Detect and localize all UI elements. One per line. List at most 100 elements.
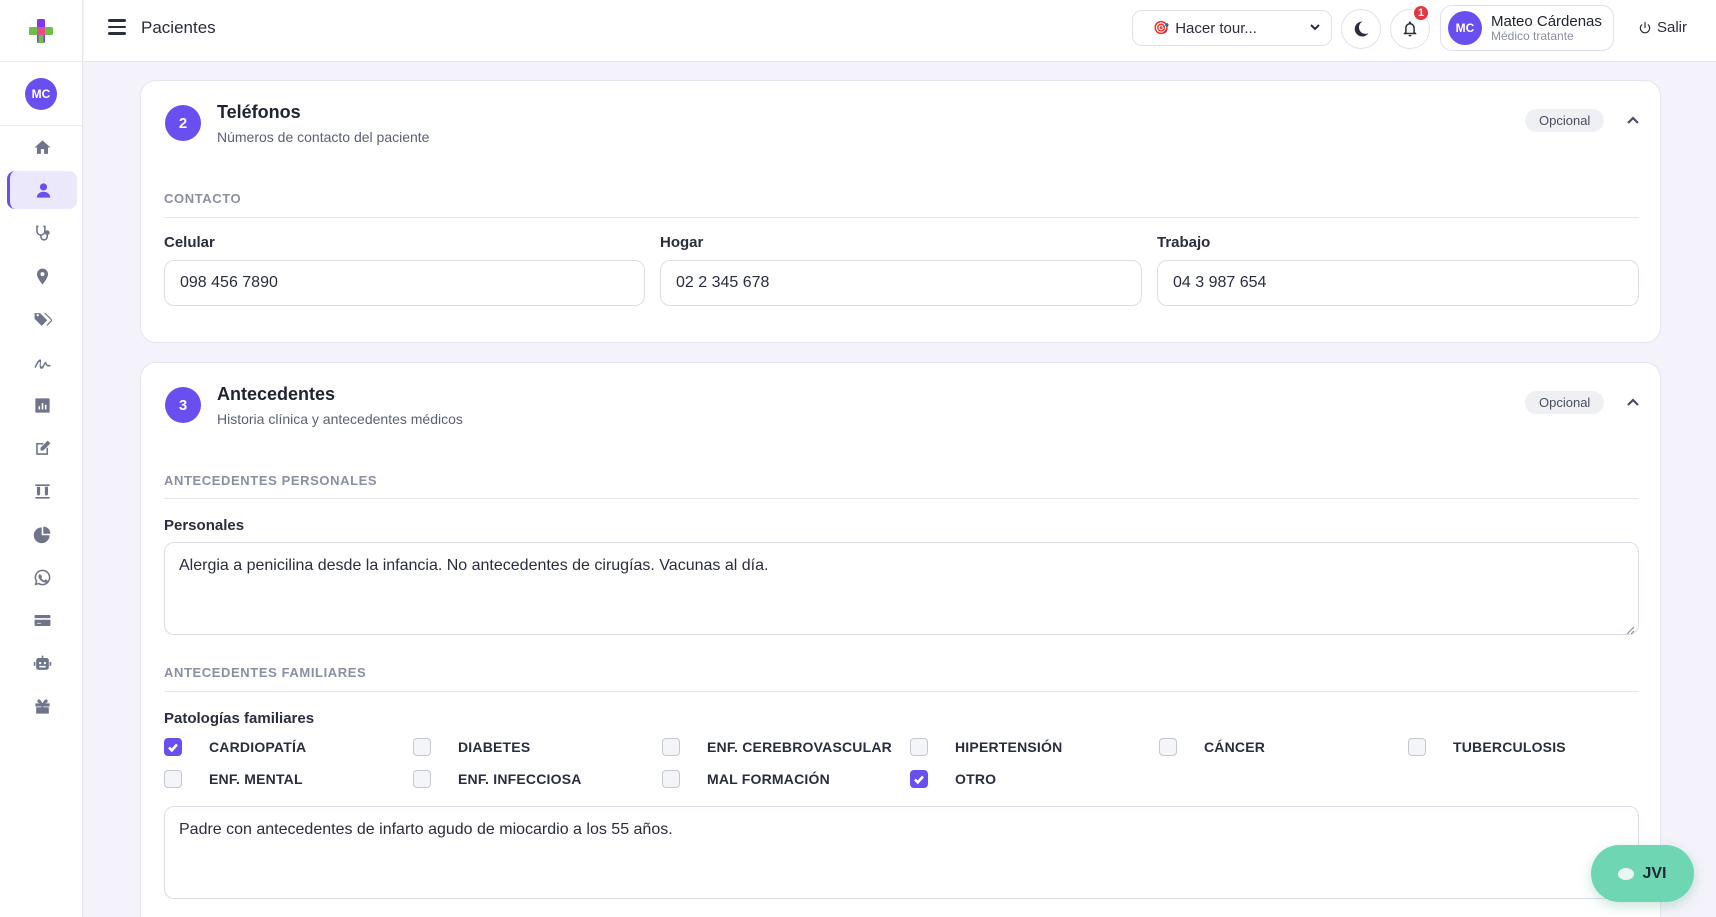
chat-bubble-icon [1618,867,1635,880]
trabajo-input[interactable]: 04 3 987 654 [1157,260,1639,306]
sidebar-item-reports[interactable] [7,386,77,424]
robot-icon [33,655,51,670]
card-subtitle: Historia clínica y antecedentes médicos [217,411,463,427]
step-number: 3 [165,387,201,423]
checkbox-label: ENF. INFECCIOSA [458,771,582,787]
card-title: Antecedentes [217,384,336,404]
assistant-label: JVI [1642,864,1667,882]
notifications-button[interactable]: 1 [1390,4,1430,49]
checkbox-unchecked[interactable] [164,770,182,788]
bell-icon [1403,21,1417,37]
checkbox-cancer[interactable]: CÁNCER [1159,738,1265,756]
step-number: 2 [165,105,201,141]
sidebar-item-home[interactable] [7,128,77,166]
power-icon [1639,21,1651,33]
checkbox-hipertension[interactable]: HIPERTENSIÓN [910,738,1062,756]
checkbox-unchecked[interactable] [1159,738,1177,756]
tags-icon [34,312,52,326]
user-name: Mateo Cárdenas [1491,12,1602,30]
checkbox-checked[interactable] [164,738,182,756]
chevron-down-icon [1309,21,1321,36]
collapse-chevron-up-icon[interactable] [1626,114,1640,128]
sidebar-item-statistics[interactable] [7,515,77,553]
checkbox-unchecked[interactable] [413,770,431,788]
checkbox-label: HIPERTENSIÓN [955,739,1063,755]
divider [164,691,1639,692]
hogar-label: Hogar [660,234,704,251]
logo[interactable] [0,0,82,62]
checkbox-cardiopatia[interactable]: CARDIOPATÍA [164,738,306,756]
patologias-label: Patologías familiares [164,710,315,727]
sidebar-item-locations[interactable] [7,257,77,295]
checkbox-label: TUBERCULOSIS [1453,739,1566,755]
sidebar-avatar[interactable]: MC [25,77,57,110]
checkbox-enf-cerebrovascular[interactable]: ENF. CEREBROVASCULAR [662,738,892,756]
celular-label: Celular [164,234,215,251]
gift-icon [34,698,50,714]
user-icon [36,182,51,198]
checkbox-unchecked[interactable] [662,770,680,788]
resize-handle-icon[interactable] [1626,622,1635,635]
section-label-personales: ANTECEDENTES PERSONALES [164,473,378,488]
section-label-familiares: ANTECEDENTES FAMILIARES [164,665,367,680]
stethoscope-icon [35,225,50,241]
section-label-contacto: CONTACTO [164,191,242,206]
moon-icon [1354,21,1369,37]
personales-text: Alergia a penicilina desde la infancia. … [179,557,769,574]
celular-input[interactable]: 098 456 7890 [164,260,645,306]
checkbox-label: CARDIOPATÍA [209,739,307,755]
personales-textarea[interactable]: Alergia a penicilina desde la infancia. … [164,542,1639,635]
checkbox-label: MAL FORMACIÓN [707,771,830,787]
divider [164,217,1639,218]
sidebar-item-lab[interactable] [7,472,77,510]
user-menu[interactable]: MC Mateo Cárdenas Médico tratante [1440,5,1614,51]
checkbox-enf-infecciosa[interactable]: ENF. INFECCIOSA [413,770,581,788]
checkbox-mal-formacion[interactable]: MAL FORMACIÓN [662,770,830,788]
checkbox-diabetes[interactable]: DIABETES [413,738,530,756]
checkbox-unchecked[interactable] [910,738,928,756]
sidebar-item-billing[interactable] [7,601,77,639]
checkbox-label: OTRO [955,771,997,787]
checkbox-otro[interactable]: OTRO [910,770,996,788]
checkbox-label: DIABETES [458,739,531,755]
logout-button[interactable]: Salir [1638,19,1687,36]
sidebar-item-tags[interactable] [7,300,77,338]
edit-icon [35,440,50,455]
topbar: Pacientes 🎯 Hacer tour... 1 MC Mateo Cár… [84,0,1716,62]
checkbox-unchecked[interactable] [1408,738,1426,756]
hogar-input[interactable]: 02 2 345 678 [660,260,1142,306]
personales-label: Personales [164,517,245,534]
checkbox-label: CÁNCER [1204,739,1266,755]
sidebar-item-assistant[interactable] [7,644,77,682]
assistant-chat-button[interactable]: JVI [1591,845,1694,902]
pie-chart-icon [33,526,50,543]
sidebar-item-consultations[interactable] [7,214,77,252]
checkbox-enf-mental[interactable]: ENF. MENTAL [164,770,303,788]
card-subtitle: Números de contacto del paciente [217,129,430,145]
sidebar-item-whatsapp[interactable] [7,558,77,596]
checkbox-unchecked[interactable] [413,738,431,756]
checkbox-unchecked[interactable] [662,738,680,756]
checkbox-tuberculosis[interactable]: TUBERCULOSIS [1408,738,1566,756]
sidebar-item-edit[interactable] [7,429,77,467]
whatsapp-icon [34,569,50,585]
tour-emoji-icon: 🎯 [1153,20,1170,35]
familiares-text: Padre con antecedentes de infarto agudo … [179,821,673,838]
sidebar-item-signature[interactable] [7,343,77,381]
hamburger-menu-icon[interactable] [108,19,126,35]
sidebar-item-gifts[interactable] [7,687,77,725]
page-title: Pacientes [141,18,216,37]
collapse-chevron-up-icon[interactable] [1626,396,1640,410]
lab-tubes-icon [34,483,50,499]
sidebar-item-patients[interactable] [7,171,77,209]
tour-select[interactable]: 🎯 Hacer tour... [1132,10,1332,46]
logout-label: Salir [1657,19,1688,36]
signature-icon [34,358,50,369]
user-avatar: MC [1448,11,1482,45]
checkbox-checked[interactable] [910,770,928,788]
familiares-textarea[interactable]: Padre con antecedentes de infarto agudo … [164,806,1639,899]
sidebar: MC [0,0,83,917]
trabajo-label: Trabajo [1157,234,1211,251]
checkbox-label: ENF. MENTAL [209,771,303,787]
dark-mode-toggle[interactable] [1341,9,1381,49]
